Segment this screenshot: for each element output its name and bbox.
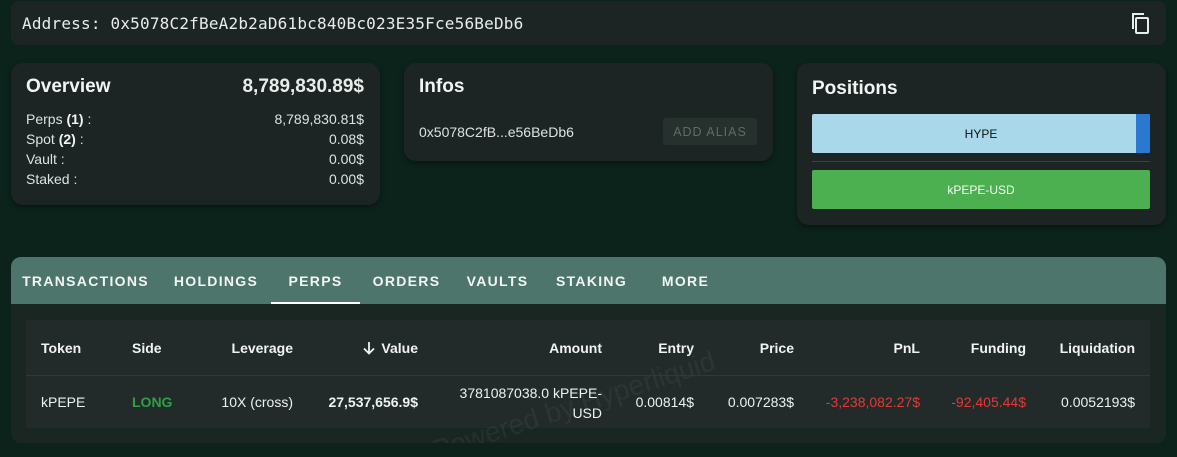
tab-transactions[interactable]: TRANSACTIONS [11, 257, 160, 304]
cell-funding: -92,405.44$ [951, 394, 1026, 410]
arrow-down-icon [363, 342, 376, 355]
cell-amount-line1: 3781087038.0 kPEPE- [459, 385, 602, 401]
address-text: Address: 0x5078C2fBeA2b2aD61bc840Bc023E3… [22, 13, 524, 33]
overview-row-value: 8,789,830.81$ [274, 111, 364, 127]
cell-leverage: 10X (cross) [221, 394, 293, 410]
tabs-panel: TRANSACTIONS HOLDINGS PERPS ORDERS VAULT… [11, 257, 1166, 443]
header-side[interactable]: Side [132, 340, 162, 356]
positions-card: Positions HYPE kPEPE-USD [797, 63, 1166, 225]
position-label: HYPE [964, 126, 998, 141]
header-token[interactable]: Token [41, 340, 81, 356]
header-value-wrap[interactable]: Value [361, 340, 418, 356]
cell-amount: 3781087038.0 kPEPE- USD [460, 383, 602, 423]
overview-row-staked: Staked : 0.00$ [26, 171, 364, 189]
row-divider [26, 375, 1150, 376]
overview-row-suffix: : [83, 111, 92, 127]
header-pnl[interactable]: PnL [894, 340, 920, 356]
overview-total: 8,789,830.89$ [242, 76, 364, 97]
header-entry[interactable]: Entry [658, 340, 694, 356]
overview-row-value: 0.00$ [328, 171, 364, 187]
add-alias-button[interactable]: ADD ALIAS [663, 118, 757, 145]
infos-card: Infos 0x5078C2fB...e56BeDb6 ADD ALIAS [404, 63, 773, 161]
cell-pnl: -3,238,082.27$ [825, 394, 920, 410]
cell-entry: 0.00814$ [635, 394, 694, 410]
overview-row-label: Spot [26, 131, 55, 147]
cell-liquidation: 0.0052193$ [1061, 394, 1135, 410]
positions-title: Positions [812, 78, 898, 99]
infos-short-address: 0x5078C2fB...e56BeDb6 [419, 124, 574, 140]
overview-row-perps: Perps (1) : 8,789,830.81$ [26, 111, 364, 129]
address-bar: Address: 0x5078C2fBeA2b2aD61bc840Bc023E3… [11, 1, 1166, 45]
perps-table: Powered by Hyperliquid Token Side Levera… [26, 320, 1150, 443]
header-value: Value [381, 340, 418, 356]
divider [812, 161, 1150, 162]
tab-staking[interactable]: STAKING [542, 257, 641, 304]
cell-token: kPEPE [41, 394, 86, 410]
overview-row-label: Vault : [26, 151, 65, 167]
header-amount[interactable]: Amount [549, 340, 602, 356]
infos-title: Infos [419, 76, 465, 97]
overview-row-count: (1) [66, 111, 84, 127]
overview-row-label: Perps [26, 111, 63, 127]
overview-row-spot: Spot (2) : 0.08$ [26, 131, 364, 149]
cell-amount-line2: USD [572, 405, 602, 421]
tab-bar: TRANSACTIONS HOLDINGS PERPS ORDERS VAULT… [11, 257, 1166, 304]
cell-side: LONG [132, 394, 173, 410]
position-label: kPEPE-USD [947, 182, 1015, 197]
copy-icon[interactable] [1128, 11, 1152, 35]
overview-title: Overview [26, 76, 111, 97]
overview-row-value: 0.08$ [328, 131, 364, 147]
header-leverage[interactable]: Leverage [232, 340, 293, 356]
overview-row-label: Staked : [26, 171, 78, 187]
cell-price: 0.007283$ [727, 394, 794, 410]
header-price[interactable]: Price [760, 340, 794, 356]
tab-orders[interactable]: ORDERS [360, 257, 453, 304]
tab-perps[interactable]: PERPS [271, 257, 360, 304]
overview-row-count: (2) [58, 131, 76, 147]
position-bar-hype[interactable]: HYPE [812, 114, 1150, 153]
header-liquidation[interactable]: Liquidation [1060, 340, 1135, 356]
overview-row-vault: Vault : 0.00$ [26, 151, 364, 169]
overview-card: Overview 8,789,830.89$ Perps (1) : 8,789… [11, 63, 380, 205]
overview-row-value: 0.00$ [328, 151, 364, 167]
header-funding[interactable]: Funding [971, 340, 1026, 356]
position-bar-kpepe[interactable]: kPEPE-USD [812, 170, 1150, 209]
cell-value: 27,537,656.9$ [328, 394, 418, 410]
tab-holdings[interactable]: HOLDINGS [160, 257, 272, 304]
tab-vaults[interactable]: VAULTS [453, 257, 542, 304]
position-bar-edge [1136, 114, 1150, 153]
overview-row-suffix: : [75, 131, 84, 147]
tab-more[interactable]: MORE [641, 257, 730, 304]
